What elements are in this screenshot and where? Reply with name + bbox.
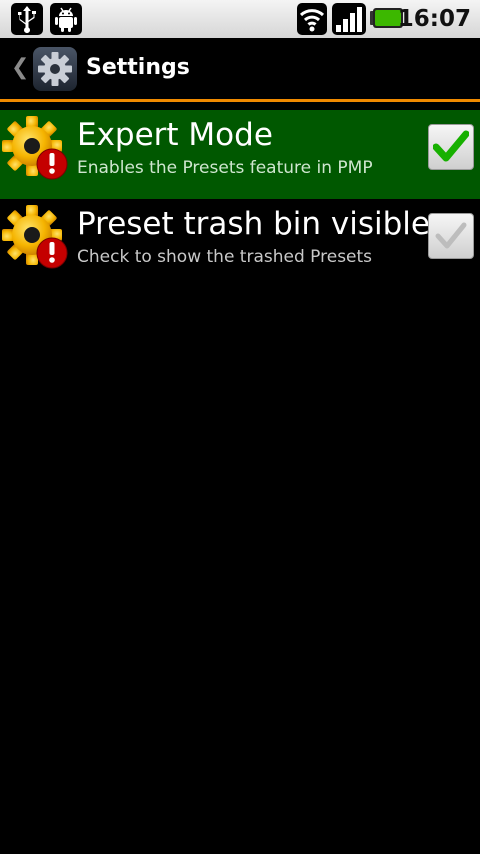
android-debug-icon <box>50 3 82 35</box>
preference-summary: Check to show the trashed Presets <box>77 247 373 267</box>
checkmark-icon <box>435 222 467 249</box>
preference-title: Preset trash bin visible <box>77 206 430 242</box>
gear-warning-icon <box>0 112 72 184</box>
back-chevron-icon[interactable]: ❮ <box>11 54 29 82</box>
preference-summary: Enables the Presets feature in PMP <box>77 158 373 178</box>
checkmark-icon <box>433 130 469 162</box>
clock: 16:07 <box>397 6 471 32</box>
gear-warning-icon <box>0 201 72 273</box>
page-title: Settings <box>86 55 190 80</box>
action-bar: ❮ Settings <box>0 38 480 99</box>
preference-trash-bin-visible[interactable]: Preset trash bin visible Check to show t… <box>0 199 480 288</box>
preference-expert-mode[interactable]: Expert Mode Enables the Presets feature … <box>0 110 480 199</box>
expert-mode-checkbox[interactable] <box>428 124 474 170</box>
gear-icon[interactable] <box>33 47 77 91</box>
wifi-icon <box>297 3 327 35</box>
accent-divider <box>0 99 480 102</box>
signal-icon <box>332 3 366 35</box>
trash-bin-visible-checkbox[interactable] <box>428 213 474 259</box>
status-bar: 16:07 <box>0 0 480 38</box>
usb-icon <box>11 3 43 35</box>
preference-title: Expert Mode <box>77 117 273 153</box>
preference-list: Expert Mode Enables the Presets feature … <box>0 110 480 288</box>
